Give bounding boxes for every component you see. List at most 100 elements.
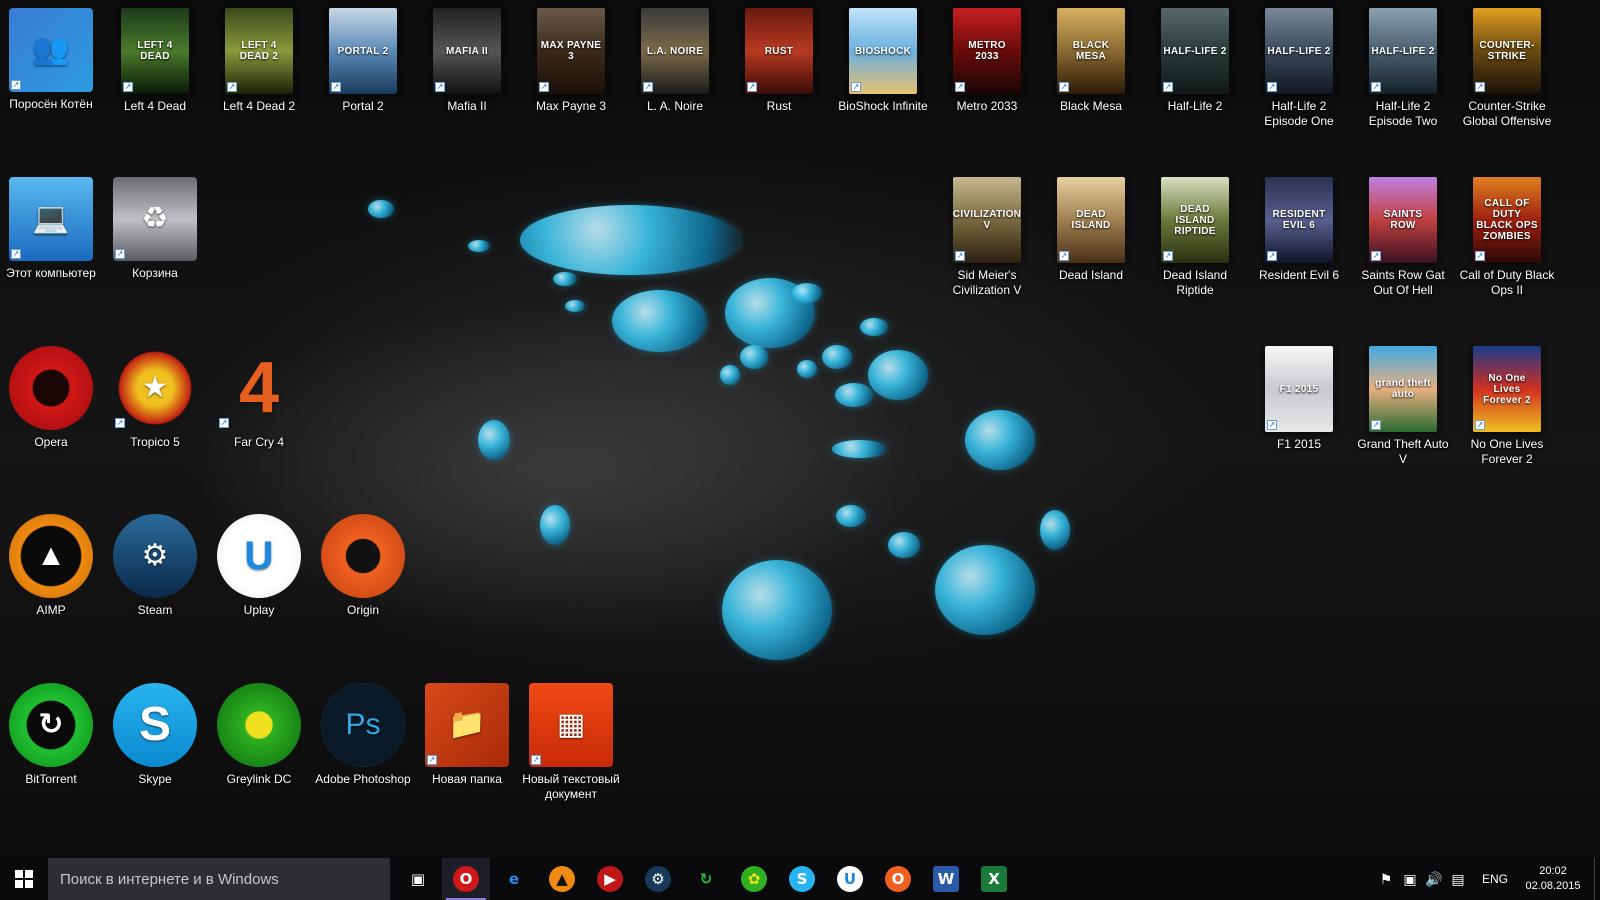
deadisland-riptide-cover-icon: DEAD ISLAND RIPTIDE ↗ [1161,177,1229,263]
desktop-icon[interactable]: HALF-LIFE 2 ↗ Half-Life 2 Episode One [1248,0,1350,129]
task-view-icon: ▣ [410,870,426,888]
recycle-bin-icon: ♻ ↗ [113,177,197,261]
start-button[interactable] [0,858,48,900]
desktop-icon[interactable]: LEFT 4 DEAD ↗ Left 4 Dead [104,0,206,114]
desktop-icon[interactable]: Ps ↗ Adobe Photoshop [312,675,414,787]
this-pc-icon: 💻 ↗ [9,177,93,261]
desktop-icon-label: F1 2015 [1276,437,1322,451]
taskbar-uplay-button[interactable]: U [826,858,874,900]
desktop-icon-label: Black Mesa [1059,99,1123,113]
taskbar-steam-button[interactable]: ⚙ [634,858,682,900]
desktop-icon[interactable]: BIOSHOCK ↗ BioShock Infinite [832,0,934,114]
desktop-icon-label: Поросён Котён [9,97,93,111]
desktop-icon-label: Origin [346,603,379,617]
desktop-icon[interactable]: MAFIA II ↗ Mafia II [416,0,518,114]
icon-glyph: ★ [141,371,169,404]
icon-glyph: S [138,698,171,751]
taskbar-skype-button[interactable]: S [778,858,826,900]
language-indicator[interactable]: ENG [1470,872,1520,886]
greylink-dc-icon: ✿ [741,866,767,892]
youtube-icon: ▶ [597,866,623,892]
show-desktop-button[interactable] [1594,858,1600,900]
desktop-icon[interactable]: RESIDENT EVIL 6 ↗ Resident Evil 6 [1248,169,1350,283]
origin-icon: O [885,866,911,892]
icon-cover-text: MAX PAYNE 3 [540,40,602,62]
taskbar-bittorrent-button[interactable]: ↻ [682,858,730,900]
icon-cover-text: COUNTER-STRIKE [1479,40,1535,62]
taskbar-excel-button[interactable]: X [970,858,1018,900]
taskbar-edge-button[interactable]: e [490,858,538,900]
desktop-icon[interactable]: METRO 2033 ↗ Metro 2033 [936,0,1038,114]
volume-icon[interactable]: 🔊 [1422,858,1446,900]
desktop-icon[interactable]: 📁 ↗ Новая папка [416,675,518,787]
search-input[interactable]: Поиск в интернете и в Windows [48,858,390,900]
skype-icon: S [789,866,815,892]
action-center-icon[interactable]: ▤ [1446,858,1470,900]
icon-cover-text: HALF-LIFE 2 [1371,45,1435,57]
opera-icon: ↗ [9,346,93,430]
taskbar-word-button[interactable]: W [922,858,970,900]
icon-cover-text: F1 2015 [1279,383,1319,395]
mafia2-cover-icon: MAFIA II ↗ [433,8,501,94]
taskbar-aimp-button[interactable]: ▲ [538,858,586,900]
icon-glyph: 📁 [448,708,486,741]
desktop-icon[interactable]: PORTAL 2 ↗ Portal 2 [312,0,414,114]
desktop-icon-label: Sid Meier's Civilization V [952,268,1022,297]
desktop-icon-label: BitTorrent [25,772,77,786]
halflife2-cover-icon: HALF-LIFE 2 ↗ [1161,8,1229,94]
desktop-icon[interactable]: RUST ↗ Rust [728,0,830,114]
desktop-icon[interactable]: CALL OF DUTY BLACK OPS ZOMBIES ↗ Call of D… [1456,169,1558,298]
desktop-icon[interactable]: SAINTS ROW ↗ Saints Row Gat Out Of Hell [1352,169,1454,298]
desktop-icon[interactable]: S ↗ Skype [104,675,206,787]
icon-cover-text: BLACK MESA [1072,40,1110,62]
desktop-icon[interactable]: grand theft auto ↗ Grand Theft Auto V [1352,338,1454,467]
desktop-icon[interactable]: BLACK MESA ↗ Black Mesa [1040,0,1142,114]
shortcut-arrow-icon: ↗ [11,80,21,90]
network-icon[interactable]: ▣ [1398,858,1422,900]
shortcut-arrow-icon: ↗ [427,755,437,765]
desktop-icon[interactable]: ★ ↗ Tropico 5 [104,338,206,450]
desktop-icon[interactable]: HALF-LIFE 2 ↗ Half-Life 2 [1144,0,1246,114]
desktop-icon-label: Tropico 5 [130,435,180,449]
edge-icon: e [508,870,520,888]
desktop-icon-label: No One Lives Forever 2 [1470,437,1544,466]
shortcut-arrow-icon: ↗ [123,82,133,92]
desktop-icon[interactable]: DEAD ISLAND RIPTIDE ↗ Dead Island Riptide [1144,169,1246,298]
icon-glyph: ♻ [141,202,169,235]
taskbar-task-view-button[interactable]: ▣ [394,858,442,900]
taskbar-greylink-button[interactable]: ✿ [730,858,778,900]
desktop-icon[interactable]: ↗ Greylink DC [208,675,310,787]
security-icon[interactable]: ⚑ [1374,858,1398,900]
desktop-icon[interactable]: ▦ ↗ Новый текстовый документ [520,675,622,802]
desktop-icon[interactable]: ↻ ↗ BitTorrent [0,675,102,787]
desktop-icon[interactable]: LEFT 4 DEAD 2 ↗ Left 4 Dead 2 [208,0,310,114]
desktop-icon[interactable]: U ↗ Uplay [208,506,310,618]
desktop-icon[interactable]: COUNTER-STRIKE ↗ Counter-Strike Global Off… [1456,0,1558,129]
clock[interactable]: 20:02 02.08.2015 [1520,864,1586,894]
desktop-icon[interactable]: 💻 ↗ Этот компьютер [0,169,102,281]
desktop-icon[interactable]: ⚙ ↗ Steam [104,506,206,618]
shortcut-arrow-icon: ↗ [435,82,445,92]
desktop-icon[interactable]: ▲ ↗ AIMP [0,506,102,618]
taskbar-origin-button[interactable]: O [874,858,922,900]
desktop-icon[interactable]: ♻ ↗ Корзина [104,169,206,281]
shortcut-arrow-icon: ↗ [219,755,229,765]
desktop-icon[interactable]: DEAD ISLAND ↗ Dead Island [1040,169,1142,283]
desktop-icon[interactable]: 👥 ↗ Поросён Котён [0,0,102,112]
desktop-icon[interactable]: ↗ Origin [312,506,414,618]
desktop-icon[interactable]: ↗ Opera [0,338,102,450]
desktop-icon-label: Dead Island [1058,268,1124,282]
taskbar-opera-button[interactable]: O [442,858,490,900]
taskbar-youtube-button[interactable]: ▶ [586,858,634,900]
aimp-icon: ▲ [549,866,575,892]
shortcut-arrow-icon: ↗ [1267,82,1277,92]
desktop-icon[interactable]: HALF-LIFE 2 ↗ Half-Life 2 Episode Two [1352,0,1454,129]
desktop-icon[interactable]: 4 ↗ Far Cry 4 [208,338,310,450]
desktop-icon[interactable]: L.A. NOIRE ↗ L. A. Noire [624,0,726,114]
desktop-icon[interactable]: MAX PAYNE 3 ↗ Max Payne 3 [520,0,622,114]
steam-icon: ⚙ [645,866,671,892]
desktop-icon[interactable]: CIVILIZATION V ↗ Sid Meier's Civilization … [936,169,1038,298]
desktop-icon[interactable]: No One Lives Forever 2 ↗ No One Lives Fore… [1456,338,1558,467]
desktop-icon[interactable]: F1 2015 ↗ F1 2015 [1248,338,1350,452]
desktop-icon-label: Новая папка [432,772,502,786]
